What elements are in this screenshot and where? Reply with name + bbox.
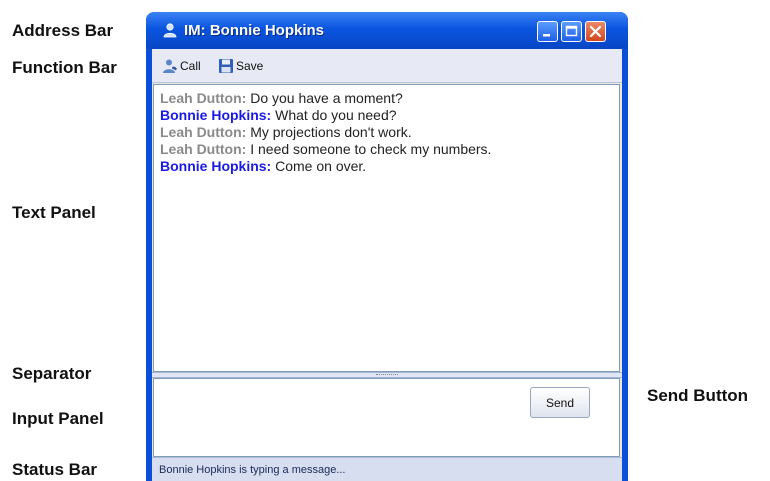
im-window: IM: Bonnie Hopkins Call Save Leah Dutton…	[146, 12, 628, 481]
maximize-button[interactable]	[561, 21, 582, 42]
status-text: Bonnie Hopkins is typing a message...	[159, 464, 346, 476]
message-sender: Leah Dutton:	[160, 141, 247, 157]
send-button[interactable]: Send	[530, 387, 590, 418]
text-panel[interactable]: Leah Dutton: Do you have a moment? Bonni…	[153, 84, 620, 372]
text-panel-callout: Text Panel	[12, 203, 96, 222]
window-title: IM: Bonnie Hopkins	[184, 22, 324, 39]
function-bar: Call Save	[152, 49, 622, 83]
message-sender: Leah Dutton:	[160, 90, 247, 106]
address-bar[interactable]: IM: Bonnie Hopkins	[146, 12, 628, 49]
message-text: Do you have a moment?	[246, 90, 403, 106]
separator-grip[interactable]	[376, 374, 398, 377]
message-text: Come on over.	[271, 158, 367, 174]
message-text: My projections don't work.	[246, 124, 412, 140]
message-text: What do you need?	[271, 107, 397, 123]
message-sender: Bonnie Hopkins:	[160, 107, 272, 123]
phone-icon	[163, 59, 177, 73]
message-input[interactable]	[154, 379, 518, 460]
window-client: Call Save Leah Dutton: Do you have a mom…	[152, 49, 622, 481]
message-line: Bonnie Hopkins: Come on over.	[160, 158, 619, 175]
close-button[interactable]	[585, 21, 606, 42]
maximize-icon	[565, 25, 578, 37]
save-label: Save	[236, 59, 264, 73]
status-bar: Bonnie Hopkins is typing a message...	[152, 457, 622, 481]
status-bar-callout: Status Bar	[12, 460, 98, 479]
input-panel-callout: Input Panel	[12, 409, 104, 428]
address-bar-callout: Address Bar	[12, 21, 114, 40]
message-line: Bonnie Hopkins: What do you need?	[160, 107, 619, 124]
message-line: Leah Dutton: Do you have a moment?	[160, 90, 619, 107]
separator-callout: Separator	[12, 364, 92, 383]
message-line: Leah Dutton: My projections don't work.	[160, 124, 619, 141]
floppy-disk-icon	[219, 59, 233, 73]
message-line: Leah Dutton: I need someone to check my …	[160, 141, 619, 158]
input-panel: Send	[153, 378, 620, 460]
person-icon	[162, 22, 178, 38]
close-icon	[589, 25, 602, 38]
minimize-icon	[543, 34, 550, 37]
call-button[interactable]: Call	[162, 58, 208, 74]
message-sender: Bonnie Hopkins:	[160, 158, 272, 174]
call-label: Call	[180, 59, 201, 73]
function-bar-callout: Function Bar	[12, 58, 117, 77]
minimize-button[interactable]	[537, 21, 558, 42]
message-text: I need someone to check my numbers.	[246, 141, 492, 157]
save-button[interactable]: Save	[218, 58, 270, 74]
send-button-callout: Send Button	[647, 386, 749, 405]
message-sender: Leah Dutton:	[160, 124, 247, 140]
